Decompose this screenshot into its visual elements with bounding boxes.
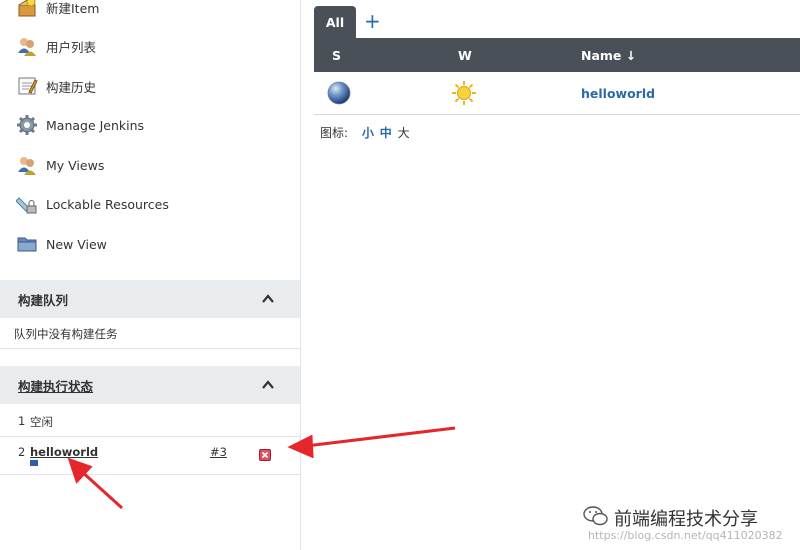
annotation-arrows (67, 426, 456, 510)
watermark-url: https://blog.csdn.net/qq411020382 (588, 529, 783, 542)
watermark-brand: 前端编程技术分享 (614, 509, 758, 530)
wechat-icon (583, 505, 609, 531)
